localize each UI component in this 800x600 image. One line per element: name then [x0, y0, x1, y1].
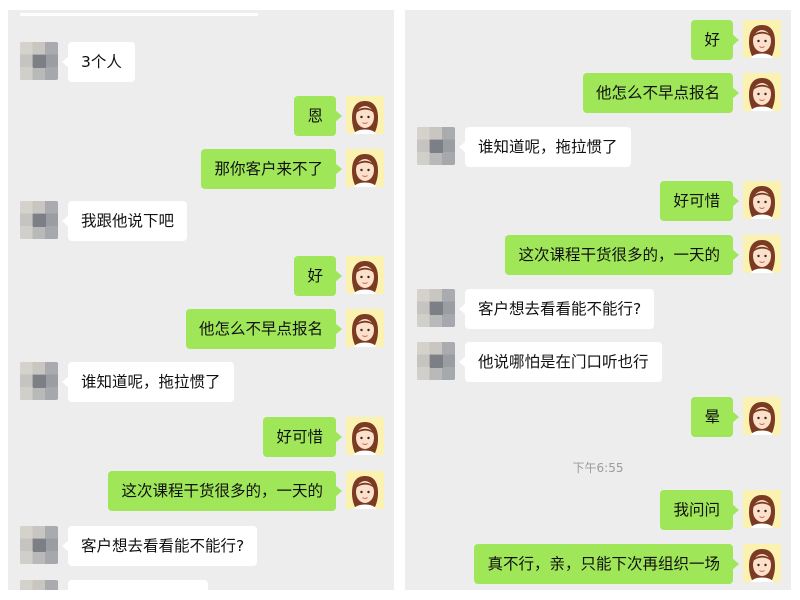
partial-message-edge	[20, 10, 258, 16]
sent-message-bubble[interactable]: 晕	[691, 397, 739, 437]
message-row: 真不行，亲，只能下次再组织一场	[405, 544, 791, 584]
sent-message-bubble[interactable]: 这次课程干货很多的，一天的	[108, 471, 342, 511]
self-avatar-icon[interactable]	[346, 149, 384, 187]
contact-avatar-icon[interactable]	[417, 342, 455, 380]
self-avatar-icon[interactable]	[346, 256, 384, 294]
contact-avatar-icon[interactable]	[417, 289, 455, 327]
chat-screenshot-left: 3个人 恩 那你客户来不了 我跟他说下吧 好 他怎么不早点报名 谁知道呢，拖拉惯…	[8, 10, 394, 590]
sent-message-bubble[interactable]: 真不行，亲，只能下次再组织一场	[474, 544, 739, 584]
contact-avatar-icon[interactable]	[20, 580, 58, 590]
message-row: 谁知道呢，拖拉惯了	[8, 362, 394, 402]
message-row: 这次课程干货很多的，一天的	[8, 471, 394, 511]
received-message-bubble[interactable]: 谁知道呢，拖拉惯了	[62, 362, 234, 402]
chat-timestamp: 下午6:55	[572, 461, 624, 475]
self-avatar-icon[interactable]	[743, 73, 781, 111]
sent-message-bubble[interactable]: 我问问	[660, 490, 739, 530]
self-avatar-icon[interactable]	[743, 544, 781, 582]
message-row: 好可惜	[405, 181, 791, 221]
self-avatar-icon[interactable]	[743, 181, 781, 219]
sent-message-bubble[interactable]: 他怎么不早点报名	[185, 309, 343, 349]
received-message-bubble[interactable]: 3个人	[62, 42, 135, 82]
message-row: 他说哪怕是在门口听也行	[405, 342, 791, 382]
received-message-bubble[interactable]: 客户想去看看能不能行?	[458, 289, 655, 329]
sent-message-bubble[interactable]: 好可惜	[263, 417, 342, 457]
message-row: 好	[8, 256, 394, 296]
contact-avatar-icon[interactable]	[20, 42, 58, 80]
message-row: 3个人	[8, 42, 394, 82]
sent-message-bubble[interactable]: 恩	[294, 96, 342, 136]
sent-message-bubble[interactable]: 好可惜	[660, 181, 739, 221]
received-message-bubble[interactable]: 我跟他说下吧	[61, 201, 188, 241]
message-row-partial	[8, 580, 394, 590]
message-row: 他怎么不早点报名	[405, 73, 791, 113]
received-message-bubble[interactable]: 客户想去看看能不能行?	[61, 526, 258, 566]
self-avatar-icon[interactable]	[743, 235, 781, 273]
message-row: 他怎么不早点报名	[8, 309, 394, 349]
sent-message-bubble[interactable]: 好	[294, 256, 342, 296]
sent-message-bubble[interactable]: 他怎么不早点报名	[582, 73, 740, 113]
self-avatar-icon[interactable]	[346, 96, 384, 134]
self-avatar-icon[interactable]	[346, 309, 384, 347]
message-row: 晕	[405, 397, 791, 437]
chat-screenshot-right: 好 他怎么不早点报名 谁知道呢，拖拉惯了 好可惜 这次课程干货很多的，一天的 客…	[405, 10, 791, 590]
self-avatar-icon[interactable]	[743, 490, 781, 528]
message-row: 恩	[8, 96, 394, 136]
self-avatar-icon[interactable]	[346, 417, 384, 455]
message-row: 这次课程干货很多的，一天的	[405, 235, 791, 275]
message-row: 我跟他说下吧	[8, 201, 394, 241]
self-avatar-icon[interactable]	[743, 397, 781, 435]
contact-avatar-icon[interactable]	[20, 201, 58, 239]
message-row: 我问问	[405, 490, 791, 530]
self-avatar-icon[interactable]	[743, 20, 781, 58]
sent-message-bubble[interactable]: 好	[691, 20, 739, 60]
received-message-bubble-partial[interactable]	[68, 580, 208, 590]
contact-avatar-icon[interactable]	[20, 526, 58, 564]
received-message-bubble[interactable]: 他说哪怕是在门口听也行	[459, 342, 662, 382]
message-row: 那你客户来不了	[8, 149, 394, 189]
contact-avatar-icon[interactable]	[20, 362, 58, 400]
message-row: 好可惜	[8, 417, 394, 457]
message-row: 好	[405, 20, 791, 60]
message-row: 客户想去看看能不能行?	[405, 289, 791, 329]
message-row: 客户想去看看能不能行?	[8, 526, 394, 566]
received-message-bubble[interactable]: 谁知道呢，拖拉惯了	[459, 127, 631, 167]
sent-message-bubble[interactable]: 这次课程干货很多的，一天的	[505, 235, 739, 275]
sent-message-bubble[interactable]: 那你客户来不了	[201, 149, 342, 189]
message-row: 谁知道呢，拖拉惯了	[405, 127, 791, 167]
self-avatar-icon[interactable]	[346, 471, 384, 509]
contact-avatar-icon[interactable]	[417, 127, 455, 165]
